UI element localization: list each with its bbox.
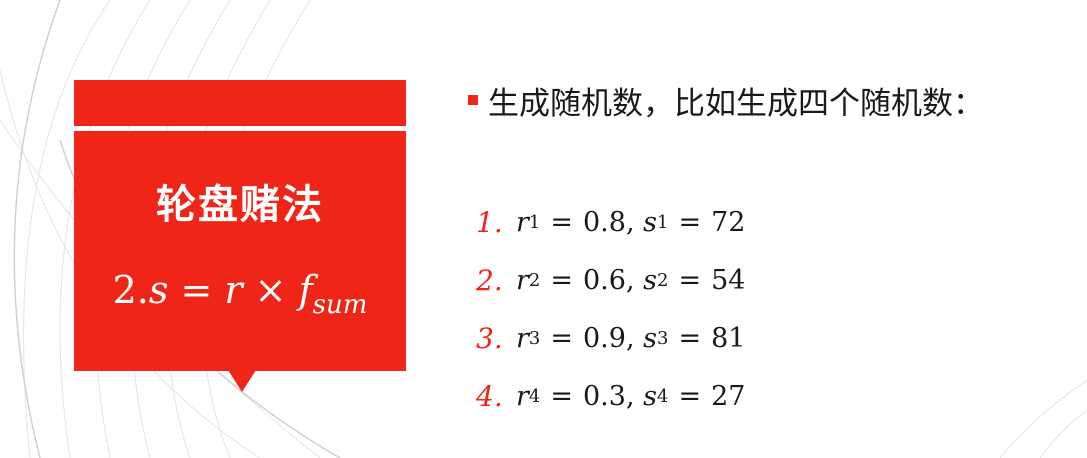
formula-equals: =	[180, 268, 213, 312]
callout-title: 轮盘赌法	[156, 182, 324, 228]
s-value: 54	[711, 264, 746, 296]
r-value: 0.3	[583, 380, 626, 412]
list-index: 3.	[476, 321, 503, 355]
callout-formula: 2.s = r × fsum	[74, 268, 406, 320]
formula-times: ×	[254, 268, 287, 312]
list-index: 4.	[476, 379, 503, 413]
slide-heading: 生成随机数，比如生成四个随机数：	[488, 85, 984, 122]
list-item: 3. r3 = 0.9, s3 = 81	[476, 321, 746, 355]
square-bullet-icon	[468, 95, 478, 105]
title-callout-box	[74, 131, 406, 371]
list-item: 2. r2 = 0.6, s2 = 54	[476, 263, 746, 297]
formula-step: 2.	[112, 268, 149, 312]
heading-row: 生成随机数，比如生成四个随机数：	[468, 78, 984, 122]
list-item: 4. r4 = 0.3, s4 = 27	[476, 379, 746, 413]
r-value: 0.6	[583, 264, 626, 296]
formula-s: s	[148, 268, 169, 312]
s-value: 72	[711, 206, 746, 238]
header-accent-bar	[74, 80, 406, 126]
callout-pointer	[228, 370, 256, 392]
list-index: 2.	[476, 263, 503, 297]
formula-f: f	[298, 268, 313, 312]
r-value: 0.9	[583, 322, 626, 354]
r-value: 0.8	[583, 206, 626, 238]
formula-r: r	[224, 268, 243, 312]
formula-f-subscript: sum	[312, 290, 368, 320]
random-number-list: 1. r1 = 0.8, s1 = 72 2. r2 = 0.6, s2 = 54 3.…	[476, 193, 745, 425]
s-value: 27	[711, 380, 746, 412]
list-index: 1.	[476, 205, 503, 239]
s-value: 81	[711, 322, 746, 354]
list-item: 1. r1 = 0.8, s1 = 72	[476, 205, 746, 239]
